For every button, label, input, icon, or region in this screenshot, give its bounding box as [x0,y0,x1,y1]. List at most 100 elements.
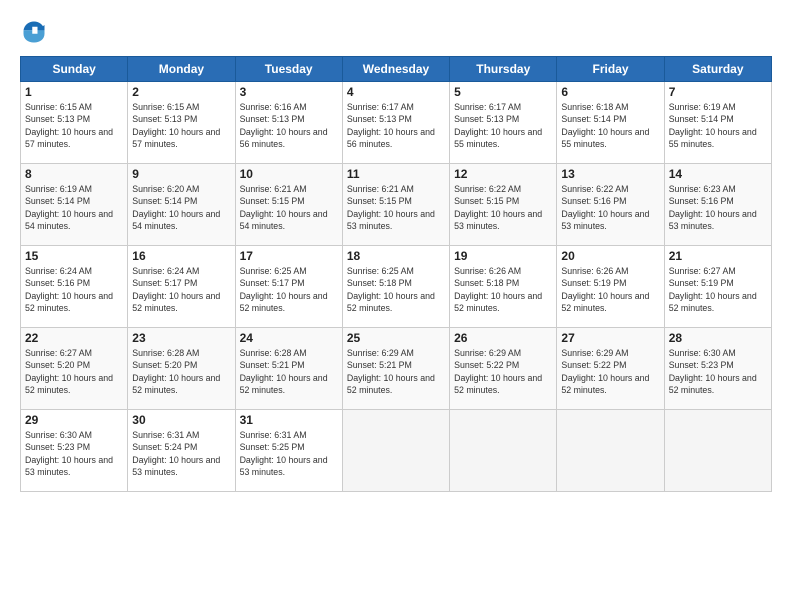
table-cell: 23 Sunrise: 6:28 AMSunset: 5:20 PMDaylig… [128,328,235,410]
cell-info: Sunrise: 6:21 AMSunset: 5:15 PMDaylight:… [240,183,338,232]
day-number: 19 [454,249,552,263]
page: Sunday Monday Tuesday Wednesday Thursday… [0,0,792,612]
table-cell [450,410,557,492]
day-number: 1 [25,85,123,99]
day-number: 10 [240,167,338,181]
cell-info: Sunrise: 6:28 AMSunset: 5:20 PMDaylight:… [132,347,230,396]
cell-info: Sunrise: 6:27 AMSunset: 5:19 PMDaylight:… [669,265,767,314]
day-number: 12 [454,167,552,181]
col-thursday: Thursday [450,57,557,82]
table-cell [557,410,664,492]
table-cell: 16 Sunrise: 6:24 AMSunset: 5:17 PMDaylig… [128,246,235,328]
col-monday: Monday [128,57,235,82]
table-cell: 5 Sunrise: 6:17 AMSunset: 5:13 PMDayligh… [450,82,557,164]
table-cell: 24 Sunrise: 6:28 AMSunset: 5:21 PMDaylig… [235,328,342,410]
day-number: 26 [454,331,552,345]
cell-info: Sunrise: 6:28 AMSunset: 5:21 PMDaylight:… [240,347,338,396]
cell-info: Sunrise: 6:23 AMSunset: 5:16 PMDaylight:… [669,183,767,232]
cell-info: Sunrise: 6:17 AMSunset: 5:13 PMDaylight:… [347,101,445,150]
table-cell: 31 Sunrise: 6:31 AMSunset: 5:25 PMDaylig… [235,410,342,492]
table-cell: 28 Sunrise: 6:30 AMSunset: 5:23 PMDaylig… [664,328,771,410]
cell-info: Sunrise: 6:22 AMSunset: 5:15 PMDaylight:… [454,183,552,232]
cell-info: Sunrise: 6:25 AMSunset: 5:18 PMDaylight:… [347,265,445,314]
cell-info: Sunrise: 6:31 AMSunset: 5:24 PMDaylight:… [132,429,230,478]
day-number: 2 [132,85,230,99]
table-cell: 12 Sunrise: 6:22 AMSunset: 5:15 PMDaylig… [450,164,557,246]
day-number: 27 [561,331,659,345]
day-number: 24 [240,331,338,345]
table-cell: 7 Sunrise: 6:19 AMSunset: 5:14 PMDayligh… [664,82,771,164]
day-number: 9 [132,167,230,181]
cell-info: Sunrise: 6:21 AMSunset: 5:15 PMDaylight:… [347,183,445,232]
day-number: 25 [347,331,445,345]
cell-info: Sunrise: 6:24 AMSunset: 5:17 PMDaylight:… [132,265,230,314]
table-cell: 22 Sunrise: 6:27 AMSunset: 5:20 PMDaylig… [21,328,128,410]
table-cell: 2 Sunrise: 6:15 AMSunset: 5:13 PMDayligh… [128,82,235,164]
week-row: 8 Sunrise: 6:19 AMSunset: 5:14 PMDayligh… [21,164,772,246]
col-tuesday: Tuesday [235,57,342,82]
day-number: 8 [25,167,123,181]
week-row: 22 Sunrise: 6:27 AMSunset: 5:20 PMDaylig… [21,328,772,410]
table-cell: 6 Sunrise: 6:18 AMSunset: 5:14 PMDayligh… [557,82,664,164]
logo-icon [20,18,48,46]
table-cell: 21 Sunrise: 6:27 AMSunset: 5:19 PMDaylig… [664,246,771,328]
cell-info: Sunrise: 6:22 AMSunset: 5:16 PMDaylight:… [561,183,659,232]
day-number: 5 [454,85,552,99]
cell-info: Sunrise: 6:20 AMSunset: 5:14 PMDaylight:… [132,183,230,232]
day-number: 13 [561,167,659,181]
cell-info: Sunrise: 6:30 AMSunset: 5:23 PMDaylight:… [25,429,123,478]
table-cell: 25 Sunrise: 6:29 AMSunset: 5:21 PMDaylig… [342,328,449,410]
col-sunday: Sunday [21,57,128,82]
table-cell: 14 Sunrise: 6:23 AMSunset: 5:16 PMDaylig… [664,164,771,246]
cell-info: Sunrise: 6:29 AMSunset: 5:22 PMDaylight:… [561,347,659,396]
day-number: 29 [25,413,123,427]
cell-info: Sunrise: 6:17 AMSunset: 5:13 PMDaylight:… [454,101,552,150]
day-number: 31 [240,413,338,427]
day-number: 30 [132,413,230,427]
cell-info: Sunrise: 6:24 AMSunset: 5:16 PMDaylight:… [25,265,123,314]
day-number: 16 [132,249,230,263]
day-number: 28 [669,331,767,345]
cell-info: Sunrise: 6:26 AMSunset: 5:19 PMDaylight:… [561,265,659,314]
table-cell: 10 Sunrise: 6:21 AMSunset: 5:15 PMDaylig… [235,164,342,246]
table-cell: 8 Sunrise: 6:19 AMSunset: 5:14 PMDayligh… [21,164,128,246]
cell-info: Sunrise: 6:15 AMSunset: 5:13 PMDaylight:… [25,101,123,150]
day-number: 22 [25,331,123,345]
table-cell: 9 Sunrise: 6:20 AMSunset: 5:14 PMDayligh… [128,164,235,246]
table-cell: 4 Sunrise: 6:17 AMSunset: 5:13 PMDayligh… [342,82,449,164]
table-cell: 15 Sunrise: 6:24 AMSunset: 5:16 PMDaylig… [21,246,128,328]
day-number: 21 [669,249,767,263]
cell-info: Sunrise: 6:26 AMSunset: 5:18 PMDaylight:… [454,265,552,314]
header [20,18,772,46]
week-row: 29 Sunrise: 6:30 AMSunset: 5:23 PMDaylig… [21,410,772,492]
table-cell: 3 Sunrise: 6:16 AMSunset: 5:13 PMDayligh… [235,82,342,164]
table-cell [664,410,771,492]
table-cell: 17 Sunrise: 6:25 AMSunset: 5:17 PMDaylig… [235,246,342,328]
calendar: Sunday Monday Tuesday Wednesday Thursday… [20,56,772,492]
week-row: 15 Sunrise: 6:24 AMSunset: 5:16 PMDaylig… [21,246,772,328]
day-number: 4 [347,85,445,99]
cell-info: Sunrise: 6:19 AMSunset: 5:14 PMDaylight:… [25,183,123,232]
table-cell: 18 Sunrise: 6:25 AMSunset: 5:18 PMDaylig… [342,246,449,328]
table-cell: 1 Sunrise: 6:15 AMSunset: 5:13 PMDayligh… [21,82,128,164]
cell-info: Sunrise: 6:27 AMSunset: 5:20 PMDaylight:… [25,347,123,396]
day-number: 3 [240,85,338,99]
col-saturday: Saturday [664,57,771,82]
cell-info: Sunrise: 6:18 AMSunset: 5:14 PMDaylight:… [561,101,659,150]
day-number: 11 [347,167,445,181]
day-number: 14 [669,167,767,181]
header-row: Sunday Monday Tuesday Wednesday Thursday… [21,57,772,82]
day-number: 17 [240,249,338,263]
table-cell: 20 Sunrise: 6:26 AMSunset: 5:19 PMDaylig… [557,246,664,328]
table-cell [342,410,449,492]
cell-info: Sunrise: 6:29 AMSunset: 5:21 PMDaylight:… [347,347,445,396]
cell-info: Sunrise: 6:31 AMSunset: 5:25 PMDaylight:… [240,429,338,478]
cell-info: Sunrise: 6:15 AMSunset: 5:13 PMDaylight:… [132,101,230,150]
col-wednesday: Wednesday [342,57,449,82]
week-row: 1 Sunrise: 6:15 AMSunset: 5:13 PMDayligh… [21,82,772,164]
col-friday: Friday [557,57,664,82]
logo [20,18,52,46]
table-cell: 19 Sunrise: 6:26 AMSunset: 5:18 PMDaylig… [450,246,557,328]
table-cell: 27 Sunrise: 6:29 AMSunset: 5:22 PMDaylig… [557,328,664,410]
cell-info: Sunrise: 6:29 AMSunset: 5:22 PMDaylight:… [454,347,552,396]
